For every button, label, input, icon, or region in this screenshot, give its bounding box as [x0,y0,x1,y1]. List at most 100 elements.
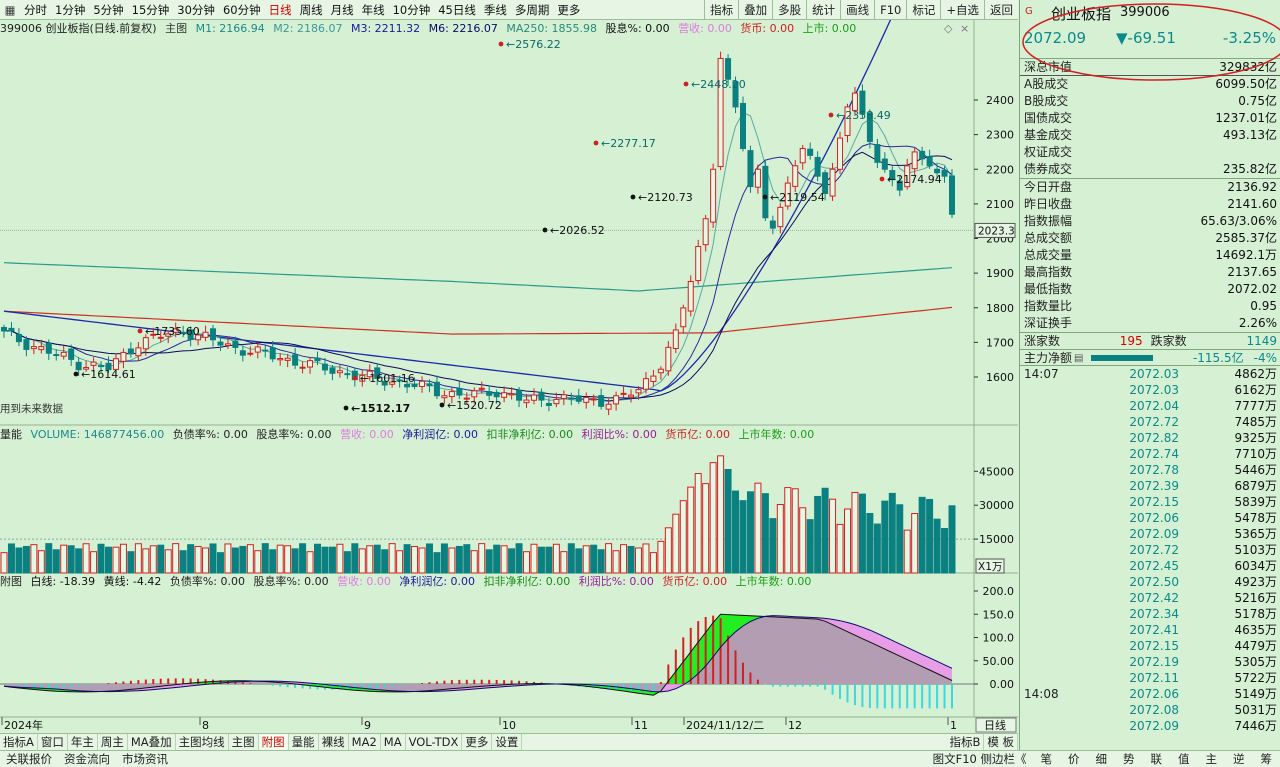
period-tab-6[interactable]: 日线 [265,0,296,20]
diamond-icon[interactable]: ◇ [944,22,953,35]
stat-value: 6099.50亿 [1215,77,1277,91]
index-stats: 今日开盘 2136.92 昨日收盘 2141.60 指数振幅 65.63/3.06% 总成交… [1020,178,1280,332]
stat-row: 指数量比 0.95 [1020,298,1280,315]
stat-label: 指数振幅 [1024,214,1073,228]
grid-menu-icon[interactable]: ▦ [0,0,20,20]
period-tab-7[interactable]: 周线 [296,0,327,20]
candle-body [874,144,881,163]
x-tick-label: 2024/11/12/二 [686,719,764,732]
index-price: 2072.09 [1024,29,1087,47]
indicator-tab-14[interactable]: 设置 [492,734,523,750]
volume-bar [672,513,680,574]
volume-bar [343,551,351,574]
tool-button-7[interactable]: +自选 [940,0,984,20]
indicator-tab-11[interactable]: MA [381,734,406,750]
tool-button-5[interactable]: F10 [874,0,906,20]
indicator-tab-12[interactable]: VOL-TDX [406,734,463,750]
candle-body [516,389,523,401]
side-tool-0[interactable]: 笔 [1033,751,1061,767]
volume-bar [455,545,463,574]
indicator-tab-6[interactable]: 主图 [229,734,259,750]
template-tab-0[interactable]: 指标B [946,734,985,750]
indicator-tab-8[interactable]: 量能 [289,734,319,750]
indicator-tab-5[interactable]: 主图均线 [176,734,229,750]
indicator-tab-0[interactable]: 指标A [0,734,38,750]
ma10-line [3,143,953,402]
period-tab-13[interactable]: 多周期 [511,0,554,20]
period-tab-0[interactable]: 分时 [20,0,51,20]
side-tool-8[interactable]: 筹 [1253,751,1280,767]
indicator-tab-10[interactable]: MA2 [349,734,381,750]
trade-qty: 5103万 [1234,543,1277,557]
status-link-2[interactable]: 市场资讯 [116,751,174,767]
period-tab-5[interactable]: 60分钟 [219,0,265,20]
status-right-label[interactable]: 图文F10 侧边栏《 [927,751,1033,767]
period-tab-10[interactable]: 10分钟 [389,0,435,20]
stat-value: 2136.92 [1227,180,1277,194]
side-tool-5[interactable]: 值 [1170,751,1198,767]
indicator-tab-1[interactable]: 窗口 [38,734,68,750]
period-tab-9[interactable]: 年线 [358,0,389,20]
volume-bar [172,543,180,574]
net-flow-row[interactable]: 主力净额 ▤ -115.5亿 -4% [1020,349,1280,366]
status-bar: 关联报价 资金流向 市场资讯 图文F10 侧边栏《 笔价细势联值主逆筹 [0,750,1280,767]
period-tab-4[interactable]: 30分钟 [173,0,219,20]
candle-body [224,343,231,346]
trade-price: 2072.78 [1129,463,1179,477]
stat-label: 今日开盘 [1024,180,1073,194]
indicator-tab-13[interactable]: 更多 [462,734,493,750]
trade-price: 2072.06 [1129,687,1179,701]
period-tab-14[interactable]: 更多 [553,0,584,20]
close-icon[interactable]: × [960,22,969,35]
candle-body [568,397,575,400]
period-tab-3[interactable]: 15分钟 [128,0,174,20]
period-tab-1[interactable]: 1分钟 [51,0,89,20]
up-label: 涨家数 [1024,334,1061,348]
trade-ticks[interactable]: 14:07 2072.03 4862万 2072.03 6162万 2072.04 7777… [1020,366,1280,734]
candle-body [672,329,679,349]
period-tab-11[interactable]: 45日线 [434,0,480,20]
stat-value: 329832亿 [1219,60,1277,74]
tool-button-0[interactable]: 指标 [704,0,738,20]
candle-body [583,396,590,403]
candle-body [269,347,276,360]
indicator-tab-4[interactable]: MA叠加 [128,734,176,750]
candle-body [277,358,284,361]
candle-body [553,398,560,405]
tool-button-8[interactable]: 返回 [984,0,1018,20]
period-tab-12[interactable]: 季线 [480,0,511,20]
trade-row: 2072.34 5178万 [1020,606,1280,622]
volume-bar [903,529,911,574]
trade-qty: 9325万 [1234,431,1277,445]
tool-button-1[interactable]: 叠加 [738,0,772,20]
extreme-marker [542,227,548,233]
indicator-tab-2[interactable]: 年主 [68,734,98,750]
candle-body [299,366,306,369]
tool-button-3[interactable]: 统计 [806,0,840,20]
candle-body [777,206,784,228]
side-tool-6[interactable]: 主 [1198,751,1226,767]
side-tool-3[interactable]: 势 [1115,751,1143,767]
indicator-tab-9[interactable]: 裸线 [319,734,349,750]
status-link-1[interactable]: 资金流向 [58,751,116,767]
volume-tick-label: 15000 [979,533,1014,546]
kline-chart[interactable]: 2400230022002100200019001800170016002023… [0,20,1018,733]
candle-body [926,156,933,167]
tool-button-6[interactable]: 标记 [906,0,940,20]
candle-body [590,398,597,401]
status-link-0[interactable]: 关联报价 [0,751,58,767]
period-tab-8[interactable]: 月线 [327,0,358,20]
indicator-tab-3[interactable]: 周主 [98,734,128,750]
template-tab-1[interactable]: 模 板 [984,734,1018,750]
indicator-tab-7[interactable]: 附图 [258,734,289,750]
side-tool-1[interactable]: 价 [1060,751,1088,767]
period-tab-2[interactable]: 5分钟 [89,0,127,20]
tool-button-2[interactable]: 多股 [772,0,806,20]
stat-label: 国债成交 [1024,111,1073,125]
tool-button-4[interactable]: 画线 [840,0,874,20]
side-tool-4[interactable]: 联 [1143,751,1171,767]
side-tool-2[interactable]: 细 [1088,751,1116,767]
volume-bar [396,550,404,574]
side-tool-7[interactable]: 逆 [1225,751,1253,767]
candle-body [747,150,754,188]
